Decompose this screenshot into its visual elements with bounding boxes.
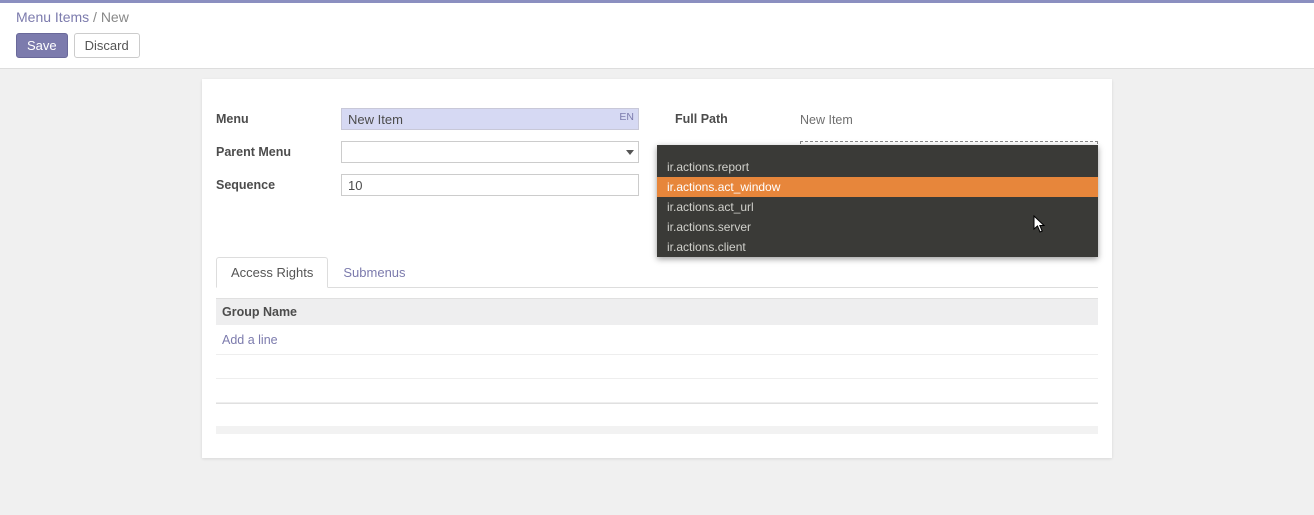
page-header: Menu Items / New Save Discard [0, 3, 1314, 69]
menu-input[interactable] [341, 108, 639, 130]
dropdown-option[interactable]: ir.actions.act_window [657, 177, 1098, 197]
sequence-input[interactable] [341, 174, 639, 196]
parent-menu-select[interactable] [341, 141, 639, 163]
empty-row [216, 379, 1098, 403]
header-actions: Save Discard [16, 33, 1298, 58]
form-grid: Menu EN Parent Menu Sequence [202, 107, 1112, 239]
access-rights-table: Group Name Add a line [216, 298, 1098, 404]
tab-access-rights[interactable]: Access Rights [216, 257, 328, 288]
tab-content: Group Name Add a line [202, 298, 1112, 404]
breadcrumb-separator: / [93, 9, 101, 25]
tabs: Access Rights Submenus [216, 257, 1098, 288]
discard-button[interactable]: Discard [74, 33, 140, 58]
tab-submenus[interactable]: Submenus [328, 257, 420, 288]
add-line-link[interactable]: Add a line [222, 333, 278, 347]
label-parent-menu: Parent Menu [216, 145, 341, 159]
label-full-path: Full Path [675, 112, 800, 126]
label-sequence: Sequence [216, 178, 341, 192]
empty-row [216, 355, 1098, 379]
breadcrumb-current: New [101, 9, 129, 25]
lang-badge[interactable]: EN [619, 111, 634, 123]
label-menu: Menu [216, 112, 341, 126]
dropdown-option[interactable]: ir.actions.server [657, 217, 1098, 237]
dropdown-option[interactable]: ir.actions.client [657, 237, 1098, 257]
breadcrumb: Menu Items / New [16, 9, 1298, 25]
full-path-value: New Item [800, 111, 1098, 127]
form-card: Menu EN Parent Menu Sequence [202, 79, 1112, 458]
breadcrumb-root[interactable]: Menu Items [16, 9, 89, 25]
save-button[interactable]: Save [16, 33, 68, 58]
page-body: Menu EN Parent Menu Sequence [0, 69, 1314, 509]
footer-strip [216, 426, 1098, 434]
action-dropdown[interactable]: ir.actions.report ir.actions.act_window … [657, 145, 1098, 257]
dropdown-option[interactable]: ir.actions.act_url [657, 197, 1098, 217]
dropdown-option[interactable]: ir.actions.report [657, 157, 1098, 177]
col-group-name: Group Name [216, 299, 1098, 325]
